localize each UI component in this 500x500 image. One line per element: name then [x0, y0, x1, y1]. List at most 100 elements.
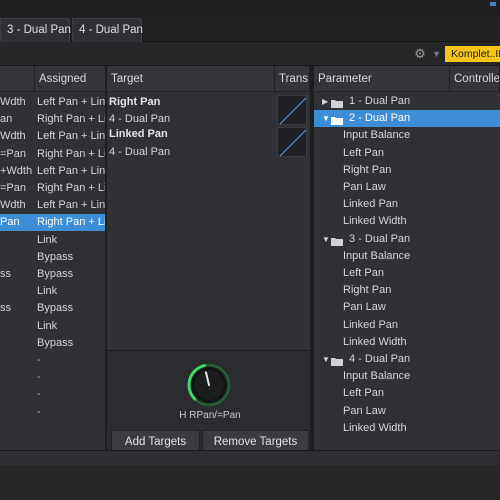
parameter-item[interactable]: Linked Width	[314, 213, 500, 230]
indicator-icon	[490, 2, 496, 6]
macro-row-assigned[interactable]: Left Pan + Lin	[35, 128, 107, 145]
macro-row-assigned[interactable]: Right Pan + Li	[35, 146, 107, 163]
transfer-curve[interactable]	[277, 127, 307, 157]
macro-list-panel: Assigned Wdth Left Pan + Lin an Right Pan +…	[0, 66, 107, 450]
parameter-item[interactable]: Right Pan	[314, 282, 500, 299]
expand-triangle-icon[interactable]: ▶	[322, 93, 328, 110]
macro-row-assigned[interactable]: Bypass	[35, 266, 107, 283]
parameter-item-label: Pan Law	[343, 404, 386, 417]
parameter-item[interactable]: Pan Law	[314, 179, 500, 196]
parameter-item[interactable]: Input Balance	[314, 368, 500, 385]
macro-row-assigned[interactable]: Bypass	[35, 335, 107, 352]
trans-column-header[interactable]: Trans.	[275, 66, 310, 92]
parameter-item-label: Pan Law	[343, 181, 386, 193]
parameter-group-label: 1 - Dual Pan	[349, 95, 411, 107]
parameter-item-label: Linked Width	[343, 421, 407, 434]
macro-row-name[interactable]: Wdth	[0, 94, 35, 111]
assigned-column-header[interactable]: Assigned	[35, 66, 107, 92]
parameter-group[interactable]: ▼ 4 - Dual Pan	[314, 351, 500, 368]
parameter-item[interactable]: Left Pan	[314, 265, 500, 282]
remove-targets-button[interactable]: Remove Targets	[202, 430, 309, 452]
parameter-item-label: Linked Pan	[343, 198, 399, 211]
macro-row-assigned[interactable]: Left Pan + Lin	[35, 94, 107, 111]
tab-4-dual-pan[interactable]: 4 - Dual Pan	[72, 18, 143, 42]
parameter-item-label: Linked Width	[343, 335, 407, 348]
macro-row-name[interactable]: Wdth	[0, 197, 35, 214]
parameter-item-label: Pan Law	[343, 301, 386, 314]
folder-open-icon	[331, 235, 343, 246]
macro-row-assigned[interactable]: Right Pan + Li	[35, 180, 107, 197]
dropdown-caret-icon[interactable]: ▼	[432, 47, 441, 61]
macro-row-name[interactable]: +Wdth	[0, 163, 35, 180]
macro-row-name[interactable]: an	[0, 111, 35, 128]
preset-selector[interactable]: Komplet..ID	[445, 46, 500, 62]
tab-3-dual-pan[interactable]: 3 - Dual Pan	[0, 18, 71, 42]
macro-row-assigned[interactable]: Link	[35, 318, 107, 335]
macro-row-assigned[interactable]: Link	[35, 232, 107, 249]
parameter-group[interactable]: ▼ 3 - Dual Pan	[314, 231, 500, 248]
parameter-item[interactable]: Pan Law	[314, 403, 500, 420]
macro-row-assigned[interactable]: Link	[35, 283, 107, 300]
parameter-item[interactable]: Input Balance	[314, 127, 500, 144]
macro-row-assigned[interactable]: Bypass	[35, 249, 107, 266]
target-column-header[interactable]: Target	[107, 66, 275, 92]
macro-row-name[interactable]	[0, 249, 35, 266]
collapse-triangle-icon[interactable]: ▼	[322, 351, 330, 368]
folder-open-icon	[331, 114, 343, 126]
macro-row-assigned[interactable]: -	[35, 404, 107, 421]
parameter-item[interactable]: Left Pan	[314, 145, 500, 162]
macro-row-assigned[interactable]: Bypass	[35, 300, 107, 317]
macro-row-assigned[interactable]: Left Pan + Lin	[35, 197, 107, 214]
macro-row-assigned[interactable]: -	[35, 386, 107, 403]
parameter-item[interactable]: Linked Pan	[314, 196, 500, 213]
macro-row-name[interactable]: ss	[0, 266, 35, 283]
macro-row-name[interactable]	[0, 369, 35, 386]
macro-row-name[interactable]: ss	[0, 300, 35, 317]
parameter-group[interactable]: ▶ 1 - Dual Pan	[314, 93, 500, 110]
parameter-item[interactable]: Linked Pan	[314, 317, 500, 334]
macro-row-assigned[interactable]: Left Pan + Lin	[35, 163, 107, 180]
macro-row-name[interactable]	[0, 335, 35, 352]
parameter-column-header[interactable]: Parameter	[314, 66, 450, 92]
macro-row-name[interactable]	[0, 404, 35, 421]
target-title[interactable]: Right Pan	[109, 94, 274, 111]
macro-row-assigned[interactable]: Right Pan + Li	[35, 111, 107, 128]
macro-row-assigned[interactable]: Right Pan + Li	[35, 214, 107, 232]
macro-row-name[interactable]	[0, 232, 35, 249]
parameter-item[interactable]: Left Pan	[314, 385, 500, 402]
parameter-item[interactable]: Input Balance	[314, 248, 500, 265]
macro-row-assigned[interactable]: -	[35, 369, 107, 386]
parameter-item-label: Right Pan	[343, 284, 392, 297]
top-strip	[0, 0, 500, 14]
parameter-group-label: 4 - Dual Pan	[349, 353, 411, 365]
parameter-item-label: Linked Width	[343, 215, 407, 228]
macro-row-name[interactable]	[0, 283, 35, 300]
macro-row-name[interactable]	[0, 386, 35, 403]
macro-row-name[interactable]: Wdth	[0, 128, 35, 145]
parameter-item[interactable]: Linked Width	[314, 420, 500, 437]
macro-row-name[interactable]	[0, 318, 35, 335]
gear-icon[interactable]: ⚙	[413, 47, 427, 61]
parameter-item[interactable]: Pan Law	[314, 299, 500, 316]
collapse-triangle-icon[interactable]: ▼	[322, 110, 330, 127]
macro-row-name[interactable]: =Pan	[0, 146, 35, 163]
parameter-item-label: Input Balance	[343, 370, 411, 383]
parameter-group[interactable]: ▼ 2 - Dual Pan	[314, 110, 500, 128]
macro-row-name[interactable]	[0, 352, 35, 369]
scroll-track[interactable]	[0, 451, 500, 465]
controller-column-header[interactable]: Controlle	[450, 66, 500, 92]
name-column-header[interactable]	[0, 66, 35, 92]
parameter-panel: Parameter Controlle ▶ 1 - Dual Pan ▼ 2 - Du…	[314, 66, 500, 450]
collapse-triangle-icon[interactable]: ▼	[322, 231, 330, 248]
parameter-item-label: Left Pan	[343, 146, 384, 159]
target-title[interactable]: Linked Pan	[109, 126, 274, 143]
transfer-curve[interactable]	[277, 95, 307, 125]
parameter-item[interactable]: Linked Width	[314, 334, 500, 351]
tab-bar: 3 - Dual Pan 4 - Dual Pan	[0, 14, 500, 42]
add-targets-button[interactable]: Add Targets	[111, 430, 200, 452]
parameter-item[interactable]: Right Pan	[314, 162, 500, 179]
macro-knob[interactable]	[184, 360, 234, 410]
macro-row-assigned[interactable]: -	[35, 352, 107, 369]
macro-row-name[interactable]: =Pan	[0, 180, 35, 197]
macro-row-name[interactable]: Pan	[0, 214, 35, 232]
